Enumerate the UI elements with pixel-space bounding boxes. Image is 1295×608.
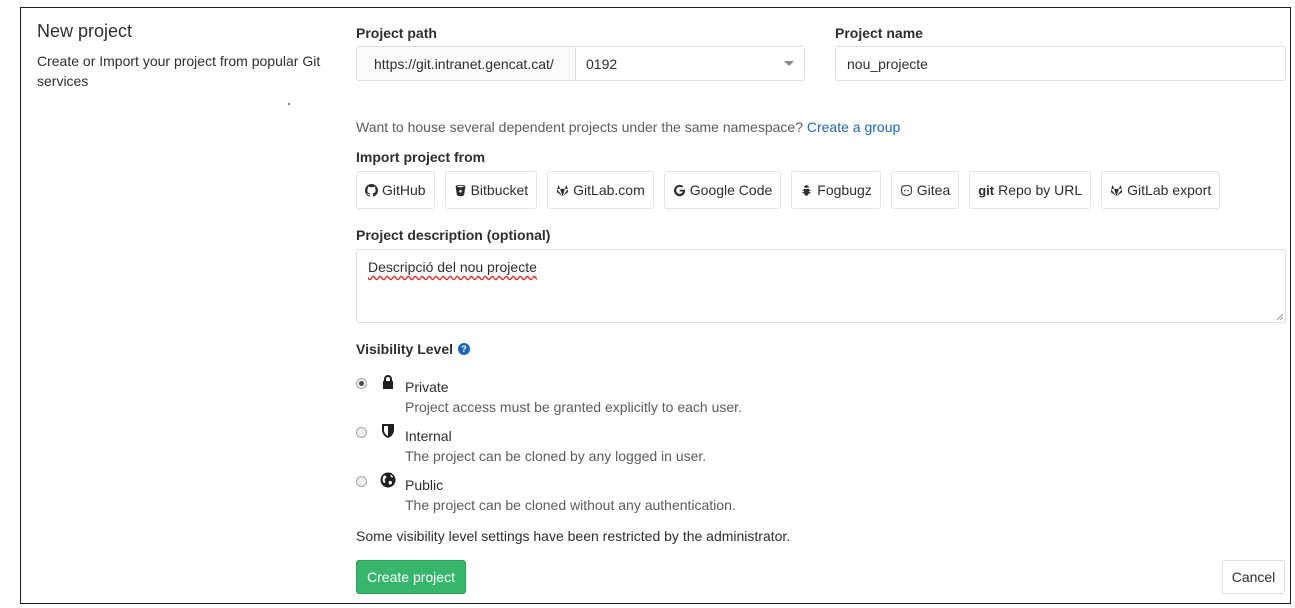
import-bitbucket-button[interactable]: Bitbucket xyxy=(444,171,538,209)
public-text: Public The project can be cloned without… xyxy=(405,477,736,513)
chevron-down-icon xyxy=(784,61,794,66)
visibility-label-text: Visibility Level xyxy=(356,341,454,357)
visibility-label: Visibility Level ? xyxy=(356,341,471,357)
namespace-select[interactable]: 0192 xyxy=(576,47,804,80)
internal-radio[interactable] xyxy=(356,427,367,438)
import-github-button[interactable]: GitHub xyxy=(356,171,435,209)
import-gitea-label: Gitea xyxy=(916,182,951,198)
private-radio[interactable] xyxy=(356,378,367,389)
project-path-label: Project path xyxy=(356,25,437,41)
resize-handle[interactable] xyxy=(1276,313,1284,321)
import-fogbugz-label: Fogbugz xyxy=(817,182,872,198)
stray-dot xyxy=(288,103,290,105)
page-description: Create or Import your project from popul… xyxy=(37,53,321,89)
import-google-code-button[interactable]: Google Code xyxy=(663,171,782,209)
create-project-button[interactable]: Create project xyxy=(356,560,466,594)
import-gitlab-label: GitLab.com xyxy=(573,182,645,198)
internal-desc: The project can be cloned by any logged … xyxy=(405,448,707,464)
visibility-restricted-note: Some visibility level settings have been… xyxy=(356,528,791,544)
github-icon xyxy=(365,183,378,197)
group-hint: Want to house several dependent projects… xyxy=(356,119,900,135)
bug-icon xyxy=(802,184,811,196)
public-desc: The project can be cloned without any au… xyxy=(405,497,736,513)
internal-title: Internal xyxy=(405,428,452,444)
import-github-label: GitHub xyxy=(382,182,426,198)
gitlab-icon xyxy=(556,184,569,196)
namespace-value: 0192 xyxy=(586,55,618,72)
cancel-button[interactable]: Cancel xyxy=(1222,560,1285,594)
import-gitlab-export-label: GitLab export xyxy=(1127,182,1212,198)
private-title: Private xyxy=(405,379,449,395)
internal-text: Internal The project can be cloned by an… xyxy=(405,428,706,464)
import-repo-url-label: Repo by URL xyxy=(998,182,1083,198)
public-title: Public xyxy=(405,477,444,493)
private-desc: Project access must be granted explicitl… xyxy=(405,399,742,415)
description-textarea[interactable]: Descripció del nou projecte xyxy=(356,249,1286,323)
import-buttons: GitHub Bitbucket GitLab.com Google Code … xyxy=(356,171,1221,209)
import-repo-url-button[interactable]: git Repo by URL xyxy=(969,171,1092,209)
import-gitlab-button[interactable]: GitLab.com xyxy=(547,171,654,209)
visibility-option-internal[interactable]: Internal The project can be cloned by an… xyxy=(356,423,706,464)
help-icon[interactable]: ? xyxy=(458,343,471,355)
description-label: Project description (optional) xyxy=(356,227,551,243)
create-group-link[interactable]: Create a group xyxy=(807,119,900,135)
project-path-group: https://git.intranet.gencat.cat/ 0192 xyxy=(356,46,805,81)
import-gitea-button[interactable]: Gitea xyxy=(890,171,960,209)
gitea-icon xyxy=(900,184,912,196)
import-google-code-label: Google Code xyxy=(689,182,773,198)
bitbucket-icon xyxy=(455,184,465,196)
page-title: New project xyxy=(37,21,133,41)
google-icon xyxy=(673,184,685,196)
project-name-input[interactable] xyxy=(835,46,1286,81)
path-prefix: https://git.intranet.gencat.cat/ xyxy=(357,47,576,80)
public-radio[interactable] xyxy=(356,476,367,487)
import-gitlab-export-button[interactable]: GitLab export xyxy=(1101,171,1221,209)
private-text: Private Project access must be granted e… xyxy=(405,379,742,415)
git-icon: git xyxy=(978,182,995,198)
new-project-panel: New project Create or Import your projec… xyxy=(20,7,1291,604)
visibility-option-private[interactable]: Private Project access must be granted e… xyxy=(356,374,742,415)
import-label: Import project from xyxy=(356,149,486,165)
gitlab-icon xyxy=(1110,184,1123,196)
import-fogbugz-button[interactable]: Fogbugz xyxy=(791,171,881,209)
import-bitbucket-label: Bitbucket xyxy=(470,182,529,198)
project-name-label: Project name xyxy=(835,25,923,41)
lock-icon xyxy=(383,375,393,389)
visibility-option-public[interactable]: Public The project can be cloned without… xyxy=(356,472,736,513)
group-hint-text: Want to house several dependent projects… xyxy=(356,119,803,135)
description-value: Descripció del nou projecte xyxy=(368,259,537,275)
globe-icon xyxy=(380,472,396,488)
shield-icon xyxy=(382,424,394,438)
